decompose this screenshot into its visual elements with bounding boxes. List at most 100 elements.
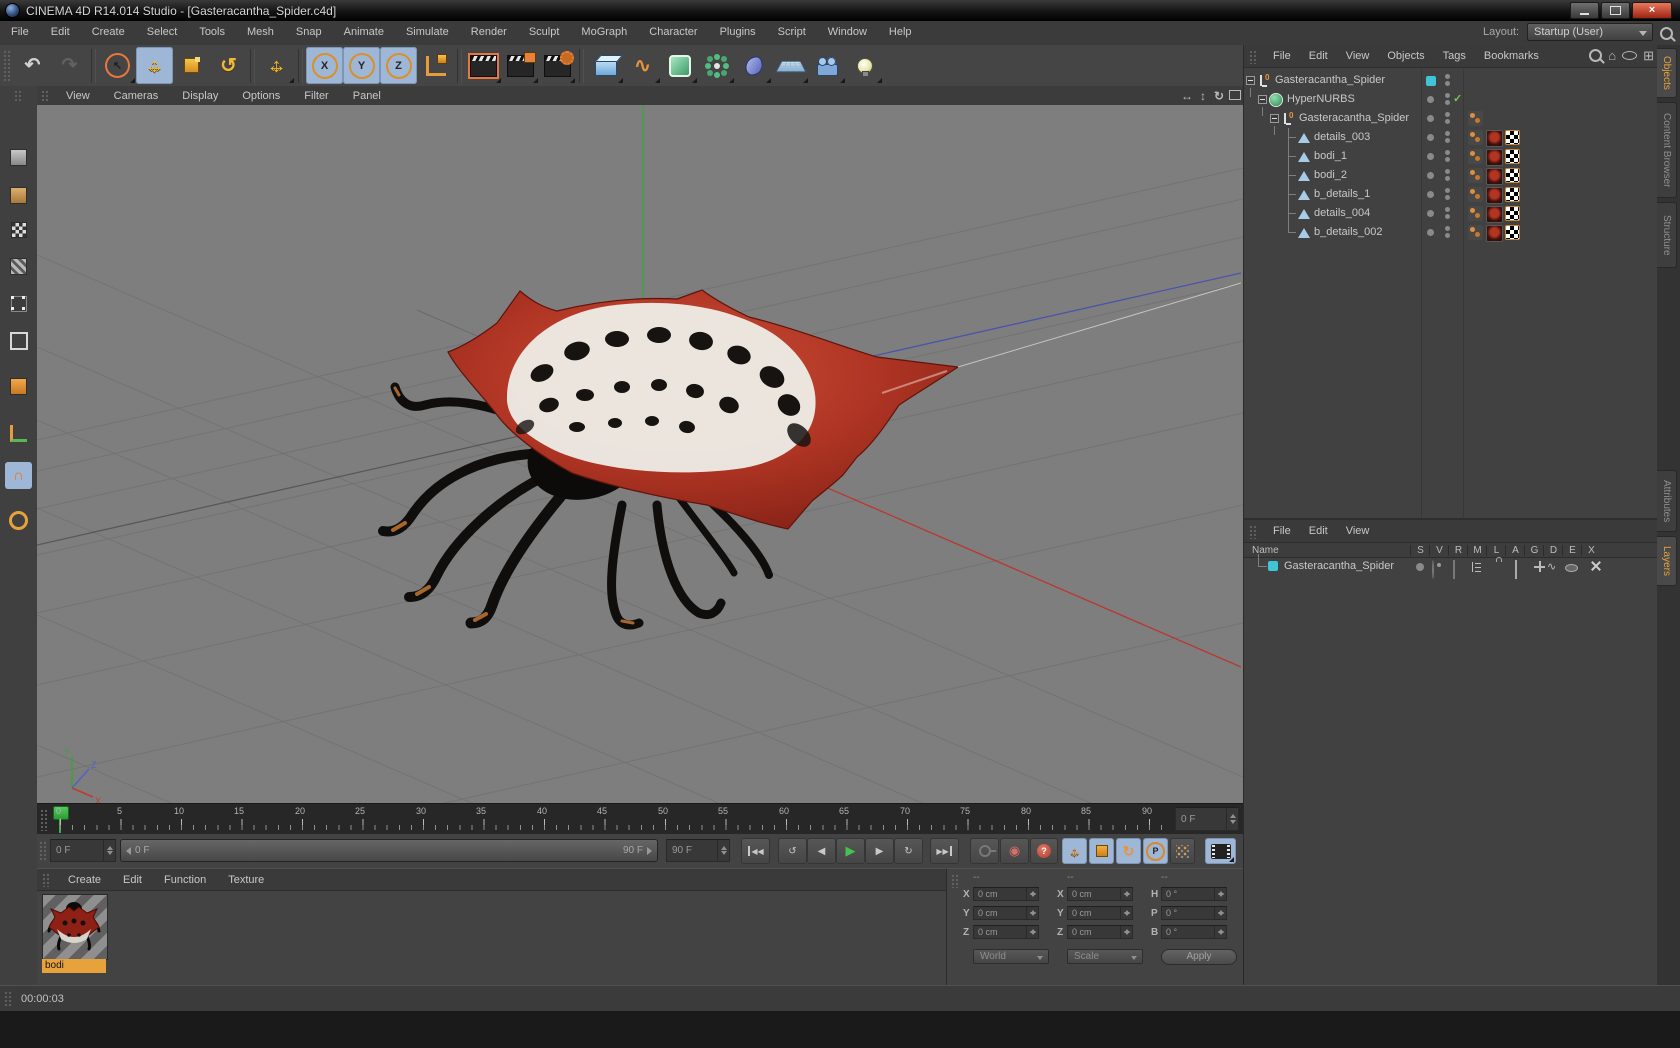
timeline-ruler[interactable]: 0 5 10 15 20 25 30 35 40 45 50 55 60 65 … bbox=[37, 803, 1243, 836]
key-pla-button[interactable] bbox=[1170, 838, 1195, 864]
tab-content-browser[interactable]: Content Browser bbox=[1657, 102, 1677, 198]
material-grip[interactable] bbox=[41, 872, 51, 887]
close-button[interactable]: × bbox=[1632, 2, 1672, 19]
lock-z-axis-button[interactable]: Z bbox=[380, 47, 417, 84]
visibility-dots[interactable] bbox=[1445, 188, 1450, 193]
add-light-button[interactable] bbox=[846, 47, 883, 84]
material-tag[interactable] bbox=[1486, 168, 1503, 185]
menu-animate[interactable]: Animate bbox=[333, 21, 395, 38]
coordinate-system-button[interactable] bbox=[417, 47, 454, 84]
om-menu-tags[interactable]: Tags bbox=[1434, 50, 1475, 62]
size-mode-dropdown[interactable]: Scale bbox=[1067, 949, 1143, 964]
view-toggle-icon[interactable] bbox=[1432, 560, 1434, 579]
model-mode-button[interactable] bbox=[5, 182, 32, 209]
viewport-menu-view[interactable]: View bbox=[54, 90, 102, 102]
menu-mesh[interactable]: Mesh bbox=[236, 21, 285, 38]
coordinates-grip[interactable] bbox=[950, 873, 959, 888]
menu-tools[interactable]: Tools bbox=[188, 21, 236, 38]
enable-axis-button[interactable] bbox=[5, 420, 32, 447]
layers-grip[interactable] bbox=[1248, 523, 1258, 539]
tab-structure[interactable]: Structure bbox=[1657, 202, 1677, 268]
menu-render[interactable]: Render bbox=[460, 21, 518, 38]
add-spline-button[interactable]: ∿ bbox=[624, 47, 661, 84]
record-keyframe-button[interactable] bbox=[970, 838, 999, 864]
material-name[interactable]: bodi bbox=[42, 959, 106, 973]
position-y-field[interactable]: 0 cm bbox=[973, 906, 1039, 920]
menu-edit[interactable]: Edit bbox=[40, 21, 81, 38]
toolbar-grip[interactable] bbox=[2, 48, 12, 83]
manager-toggle-icon[interactable] bbox=[1472, 562, 1481, 572]
workplane-lock-button[interactable] bbox=[5, 507, 32, 534]
viewport-menu-panel[interactable]: Panel bbox=[341, 90, 393, 102]
tab-layers[interactable]: Layers bbox=[1657, 536, 1677, 586]
material-menu-create[interactable]: Create bbox=[57, 874, 112, 886]
material-tag[interactable] bbox=[1486, 225, 1503, 242]
collapse-icon[interactable] bbox=[1258, 95, 1267, 104]
phong-tag[interactable] bbox=[1468, 149, 1483, 164]
material-thumbnail[interactable] bbox=[42, 894, 108, 960]
phong-tag[interactable] bbox=[1468, 130, 1483, 145]
scale-tool-button[interactable] bbox=[173, 47, 210, 84]
add-environment-button[interactable] bbox=[772, 47, 809, 84]
phong-tag[interactable] bbox=[1468, 168, 1483, 183]
object-row[interactable]: details_003 bbox=[1244, 128, 1657, 147]
visibility-dots[interactable] bbox=[1445, 207, 1450, 212]
coordinate-mode-dropdown[interactable]: World bbox=[973, 949, 1049, 964]
size-x-field[interactable]: 0 cm bbox=[1067, 887, 1133, 901]
position-x-field[interactable]: 0 cm bbox=[973, 887, 1039, 901]
layer-row[interactable]: Gasteracantha_Spider ∿ bbox=[1244, 554, 1657, 579]
uvw-tag[interactable] bbox=[1505, 187, 1520, 202]
collapse-icon[interactable] bbox=[1246, 76, 1255, 85]
undo-button[interactable]: ↶ bbox=[14, 47, 51, 84]
render-settings-button[interactable] bbox=[539, 47, 576, 84]
apply-button[interactable]: Apply bbox=[1161, 949, 1237, 965]
layer-color-chip[interactable] bbox=[1268, 561, 1278, 571]
menu-mograph[interactable]: MoGraph bbox=[570, 21, 638, 38]
object-row[interactable]: HyperNURBS ✓ bbox=[1244, 90, 1657, 109]
solo-animation-button[interactable] bbox=[1205, 838, 1236, 864]
autokey-button[interactable]: ◉ bbox=[1000, 838, 1029, 864]
object-manager-grip[interactable] bbox=[1248, 48, 1258, 64]
phong-tag[interactable] bbox=[1468, 111, 1483, 126]
keyframe-selection-button[interactable]: ? bbox=[1030, 838, 1058, 864]
menu-sculpt[interactable]: Sculpt bbox=[518, 21, 571, 38]
material-tag[interactable] bbox=[1486, 187, 1503, 204]
last-tool-button[interactable]: ↔ ↕ bbox=[258, 47, 295, 84]
spinner[interactable] bbox=[1226, 808, 1238, 830]
add-deformer-button[interactable] bbox=[735, 47, 772, 84]
visibility-dots[interactable] bbox=[1445, 112, 1450, 117]
menu-simulate[interactable]: Simulate bbox=[395, 21, 460, 38]
collapse-icon[interactable] bbox=[1270, 114, 1279, 123]
play-forward-button[interactable]: ↻ bbox=[894, 838, 923, 864]
viewport-maximize-icon[interactable] bbox=[1227, 89, 1243, 103]
menu-character[interactable]: Character bbox=[638, 21, 708, 38]
menu-help[interactable]: Help bbox=[878, 21, 923, 38]
material-tag[interactable] bbox=[1486, 149, 1503, 166]
menu-select[interactable]: Select bbox=[136, 21, 189, 38]
phong-tag[interactable] bbox=[1468, 187, 1483, 202]
deformers-toggle-icon[interactable]: ∿ bbox=[1547, 561, 1556, 574]
visibility-dot[interactable] bbox=[1427, 115, 1434, 122]
viewport-menu-display[interactable]: Display bbox=[170, 90, 230, 102]
add-array-button[interactable] bbox=[698, 47, 735, 84]
material-tag[interactable] bbox=[1486, 206, 1503, 223]
ruler-grip[interactable] bbox=[39, 808, 48, 831]
tab-attributes[interactable]: Attributes bbox=[1657, 470, 1677, 532]
expressions-toggle-icon[interactable] bbox=[1565, 564, 1578, 572]
material-menu-edit[interactable]: Edit bbox=[112, 874, 153, 886]
home-icon[interactable]: ⌂ bbox=[1608, 49, 1616, 62]
om-menu-file[interactable]: File bbox=[1264, 50, 1300, 62]
add-primitive-button[interactable] bbox=[587, 47, 624, 84]
edges-mode-button[interactable] bbox=[5, 327, 32, 354]
add-hypernurbs-button[interactable] bbox=[661, 47, 698, 84]
viewport-menu-filter[interactable]: Filter bbox=[292, 90, 340, 102]
visibility-dots[interactable] bbox=[1445, 93, 1450, 98]
key-rotation-button[interactable]: ↻ bbox=[1116, 838, 1141, 864]
uvw-tag[interactable] bbox=[1505, 149, 1520, 164]
enable-snap-button[interactable]: ∩ bbox=[5, 462, 32, 489]
object-row[interactable]: 0 Gasteracantha_Spider bbox=[1244, 109, 1657, 128]
visibility-dots[interactable] bbox=[1445, 74, 1450, 79]
minimize-button[interactable] bbox=[1570, 2, 1599, 19]
viewport-pan-icon[interactable]: ↔ bbox=[1179, 89, 1195, 103]
live-selection-button[interactable]: ↖ bbox=[99, 47, 136, 84]
